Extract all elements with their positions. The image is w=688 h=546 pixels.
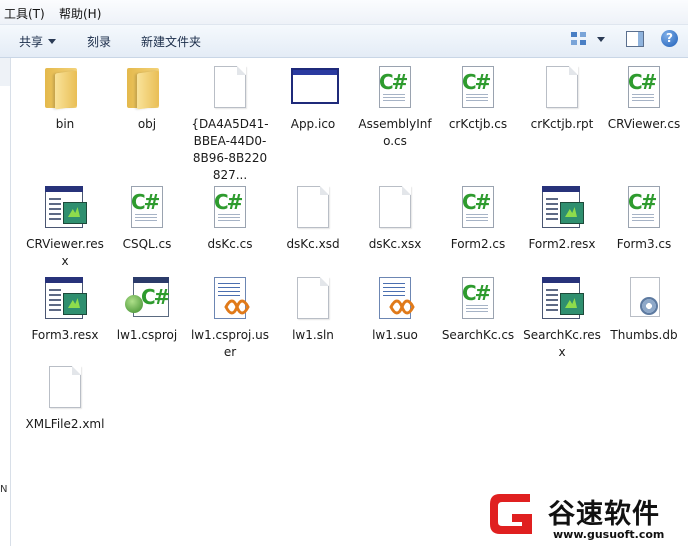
- generic-file-icon: [289, 275, 337, 323]
- file-item[interactable]: SearchKc.resx: [520, 275, 604, 361]
- file-name: dsKc.xsd: [286, 237, 340, 251]
- file-name: Form3.cs: [616, 237, 672, 251]
- resx-file-icon: [41, 184, 89, 232]
- file-item[interactable]: Form3.resx: [23, 275, 107, 344]
- file-item[interactable]: C# SearchKc.cs: [436, 275, 520, 344]
- file-item[interactable]: dsKc.xsd: [271, 184, 355, 253]
- file-item[interactable]: crKctjb.rpt: [520, 64, 604, 133]
- file-name: Thumbs.db: [610, 328, 678, 342]
- file-name: Form3.resx: [31, 328, 99, 342]
- share-button[interactable]: 共享: [19, 33, 57, 50]
- preview-pane-icon[interactable]: [626, 31, 644, 47]
- folder-icon: [41, 64, 89, 112]
- navigation-pane[interactable]: [0, 58, 11, 546]
- file-item[interactable]: Thumbs.db: [602, 275, 686, 344]
- file-item[interactable]: lw1.csproj.user: [188, 275, 272, 361]
- share-label: 共享: [19, 35, 44, 49]
- resx-file-icon: [538, 275, 586, 323]
- folder-icon: [123, 64, 171, 112]
- file-name: {DA4A5D41-BBEA-44D0-8B96-8B220827...: [191, 117, 269, 182]
- help-icon[interactable]: ?: [661, 30, 678, 47]
- csharp-file-icon: C#: [620, 64, 668, 112]
- generic-file-icon: [289, 184, 337, 232]
- file-name: AssemblyInfo.cs: [358, 117, 432, 148]
- csharp-file-icon: C#: [206, 184, 254, 232]
- file-name: lw1.suo: [372, 328, 418, 342]
- file-item[interactable]: lw1.suo: [353, 275, 437, 344]
- file-name: dsKc.xsx: [368, 237, 422, 251]
- file-item[interactable]: C# crKctjb.cs: [436, 64, 520, 133]
- menu-help[interactable]: 帮助(H): [59, 5, 101, 22]
- menu-tools[interactable]: 工具(T): [4, 5, 45, 22]
- csharp-file-icon: C#: [123, 184, 171, 232]
- file-item[interactable]: XMLFile2.xml: [23, 364, 107, 433]
- watermark-brand: 谷速软件: [548, 499, 660, 530]
- file-item[interactable]: {DA4A5D41-BBEA-44D0-8B96-8B220827...: [188, 64, 272, 184]
- file-name: CRViewer.resx: [26, 237, 104, 268]
- burn-button[interactable]: 刻录: [87, 33, 111, 50]
- file-item[interactable]: bin: [23, 64, 107, 133]
- file-name: dsKc.cs: [207, 237, 253, 251]
- file-item[interactable]: lw1.sln: [271, 275, 355, 344]
- csharp-file-icon: C#: [620, 184, 668, 232]
- file-item[interactable]: C# lw1.csproj: [105, 275, 189, 344]
- csproj-file-icon: C#: [123, 275, 171, 323]
- new-folder-button[interactable]: 新建文件夹: [141, 33, 201, 50]
- file-name: CRViewer.cs: [607, 117, 681, 131]
- csharp-file-icon: C#: [371, 64, 419, 112]
- file-item[interactable]: C# AssemblyInfo.cs: [353, 64, 437, 150]
- file-name: Form2.resx: [528, 237, 596, 251]
- file-item[interactable]: C# dsKc.cs: [188, 184, 272, 253]
- file-item[interactable]: CRViewer.resx: [23, 184, 107, 270]
- file-name: crKctjb.rpt: [530, 117, 594, 131]
- visual-studio-file-icon: [371, 275, 419, 323]
- navigation-pane-partial-text: N: [0, 484, 8, 495]
- change-view-icon[interactable]: [571, 32, 587, 46]
- generic-file-icon: [41, 364, 89, 412]
- file-name: lw1.csproj: [116, 328, 178, 342]
- file-name: crKctjb.cs: [448, 117, 508, 131]
- file-name: obj: [137, 117, 157, 131]
- thumbs-db-icon: [620, 275, 668, 323]
- file-item[interactable]: C# Form2.cs: [436, 184, 520, 253]
- navigation-pane-highlight: [0, 58, 10, 86]
- file-name: lw1.sln: [292, 328, 334, 342]
- file-name: bin: [55, 117, 75, 131]
- file-name: SearchKc.resx: [523, 328, 601, 359]
- view-options-dropdown-icon[interactable]: [597, 37, 605, 42]
- chevron-down-icon: [48, 39, 57, 44]
- generic-file-icon: [206, 64, 254, 112]
- file-item[interactable]: C# CRViewer.cs: [602, 64, 686, 133]
- csharp-file-icon: C#: [454, 64, 502, 112]
- visual-studio-file-icon: [206, 275, 254, 323]
- generic-file-icon: [538, 64, 586, 112]
- watermark-url: www.gusuoft.com: [553, 528, 665, 541]
- csharp-file-icon: C#: [454, 275, 502, 323]
- file-name: Form2.cs: [450, 237, 506, 251]
- file-name: App.ico: [290, 117, 336, 131]
- application-window-icon: [289, 64, 339, 112]
- file-item[interactable]: obj: [105, 64, 189, 133]
- file-item[interactable]: C# CSQL.cs: [105, 184, 189, 253]
- file-item[interactable]: Form2.resx: [520, 184, 604, 253]
- resx-file-icon: [538, 184, 586, 232]
- resx-file-icon: [41, 275, 89, 323]
- gusu-logo-icon: [490, 494, 532, 534]
- file-item[interactable]: C# Form3.cs: [602, 184, 686, 253]
- file-name: SearchKc.cs: [441, 328, 515, 342]
- file-name: lw1.csproj.user: [190, 328, 270, 359]
- generic-file-icon: [371, 184, 419, 232]
- menu-bar: 工具(T) 帮助(H): [0, 0, 688, 25]
- csharp-file-icon: C#: [454, 184, 502, 232]
- file-item[interactable]: dsKc.xsx: [353, 184, 437, 253]
- file-item[interactable]: App.ico: [271, 64, 355, 133]
- file-name: XMLFile2.xml: [25, 417, 105, 431]
- file-name: CSQL.cs: [122, 237, 172, 251]
